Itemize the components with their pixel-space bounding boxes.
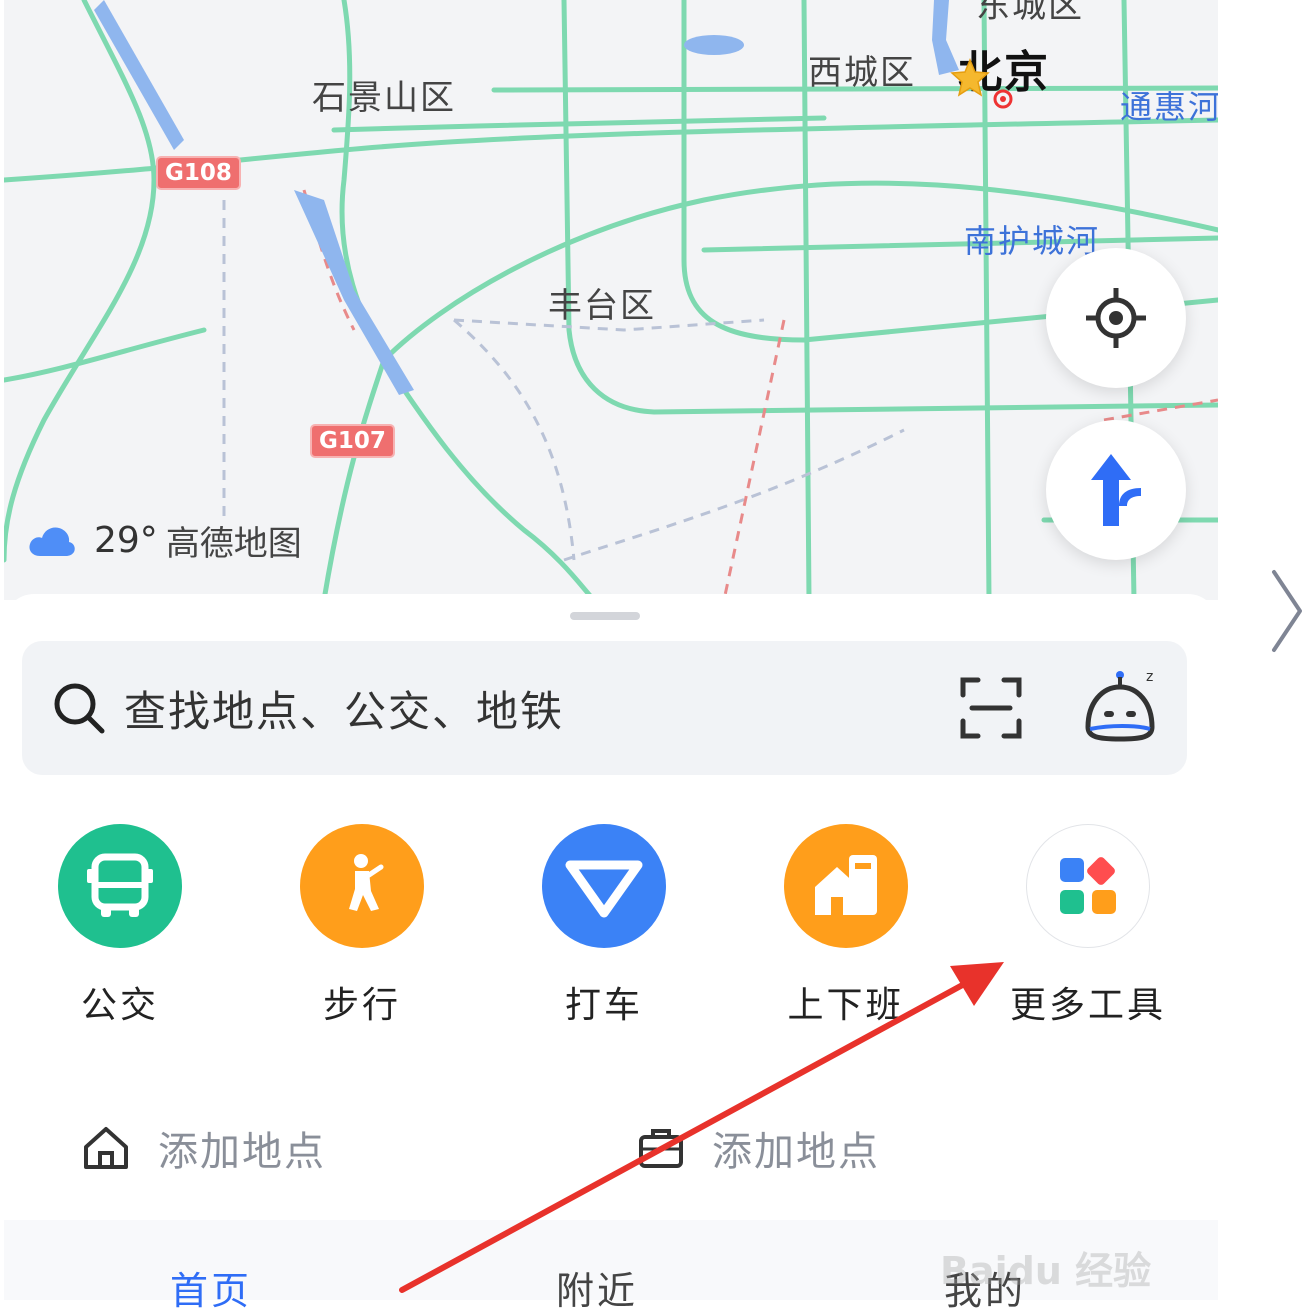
locate-button[interactable] xyxy=(1046,248,1186,388)
map-label-shijingshan: 石景山区 xyxy=(312,78,456,118)
bottom-sheet: 查找地点、公交、地铁 z 公交 步行 打车 上下班 更多工具 添加地点 添加地点… xyxy=(4,594,1218,1313)
map-label-tonghui: 通惠河 xyxy=(1120,88,1218,126)
chevron-right-icon[interactable] xyxy=(1270,568,1304,654)
tool-commute-label: 上下班 xyxy=(787,985,905,1026)
search-placeholder: 查找地点、公交、地铁 xyxy=(124,686,565,736)
route-button[interactable] xyxy=(1046,420,1186,560)
briefcase-icon xyxy=(639,1129,683,1168)
map-label-xicheng: 西城区 xyxy=(808,53,916,93)
capital-star-icon xyxy=(950,58,990,97)
map-label-dongcheng: 东城区 xyxy=(976,0,1084,26)
tool-commute[interactable]: 上下班 xyxy=(746,824,946,1028)
walk-icon xyxy=(300,824,424,948)
tool-taxi[interactable]: 打车 xyxy=(504,824,704,1028)
saved-places: 添加地点 添加地点 xyxy=(4,1119,1218,1179)
sheet-drag-handle[interactable] xyxy=(570,612,640,620)
tool-walk[interactable]: 步行 xyxy=(262,824,462,1028)
scan-icon[interactable] xyxy=(960,677,1022,739)
weather-widget[interactable]: 29° 高德地图 xyxy=(28,516,302,565)
map-label-nanhu: 南护城河 xyxy=(964,222,1101,260)
taxi-icon xyxy=(542,824,666,948)
temperature-text: 29° xyxy=(94,520,158,561)
tool-bus[interactable]: 公交 xyxy=(20,824,220,1028)
route-arrow-icon xyxy=(1091,454,1141,526)
map-label-fengtai: 丰台区 xyxy=(548,286,656,326)
tab-home[interactable]: 首页 xyxy=(170,1260,252,1315)
home-icon xyxy=(84,1127,128,1169)
assistant-robot-icon[interactable]: z xyxy=(1080,667,1160,745)
add-work-place[interactable]: 添加地点 xyxy=(638,1119,880,1177)
brand-logo-text: 高德地图 xyxy=(165,524,302,564)
more-tools-icon xyxy=(1026,824,1150,948)
quick-tools: 公交 步行 打车 上下班 更多工具 xyxy=(4,824,1218,1026)
tool-more[interactable]: 更多工具 xyxy=(988,824,1188,1028)
tool-bus-label: 公交 xyxy=(80,985,159,1026)
map-view[interactable]: 东城区 石景山区 西城区 北京 通惠河 南护城河 丰台区 G108 G107 2… xyxy=(4,0,1218,600)
svg-text:z: z xyxy=(1146,669,1153,685)
commute-icon xyxy=(784,824,908,948)
tool-taxi-label: 打车 xyxy=(564,985,643,1026)
road-badge-g108: G108 xyxy=(156,156,241,190)
location-dot-icon xyxy=(993,89,1013,109)
bus-icon xyxy=(58,824,182,948)
tool-walk-label: 步行 xyxy=(322,985,401,1026)
tool-more-label: 更多工具 xyxy=(1009,985,1166,1026)
add-home-label: 添加地点 xyxy=(158,1129,326,1175)
locate-icon xyxy=(1086,288,1146,348)
search-bar[interactable]: 查找地点、公交、地铁 z xyxy=(22,641,1187,775)
tab-nearby[interactable]: 附近 xyxy=(556,1260,638,1315)
add-work-label: 添加地点 xyxy=(712,1129,880,1175)
cloud-icon xyxy=(29,526,75,556)
add-home-place[interactable]: 添加地点 xyxy=(82,1119,326,1177)
watermark: Baidu 经验 xyxy=(940,1249,1152,1293)
road-badge-g107: G107 xyxy=(310,424,395,458)
search-icon xyxy=(54,683,105,734)
